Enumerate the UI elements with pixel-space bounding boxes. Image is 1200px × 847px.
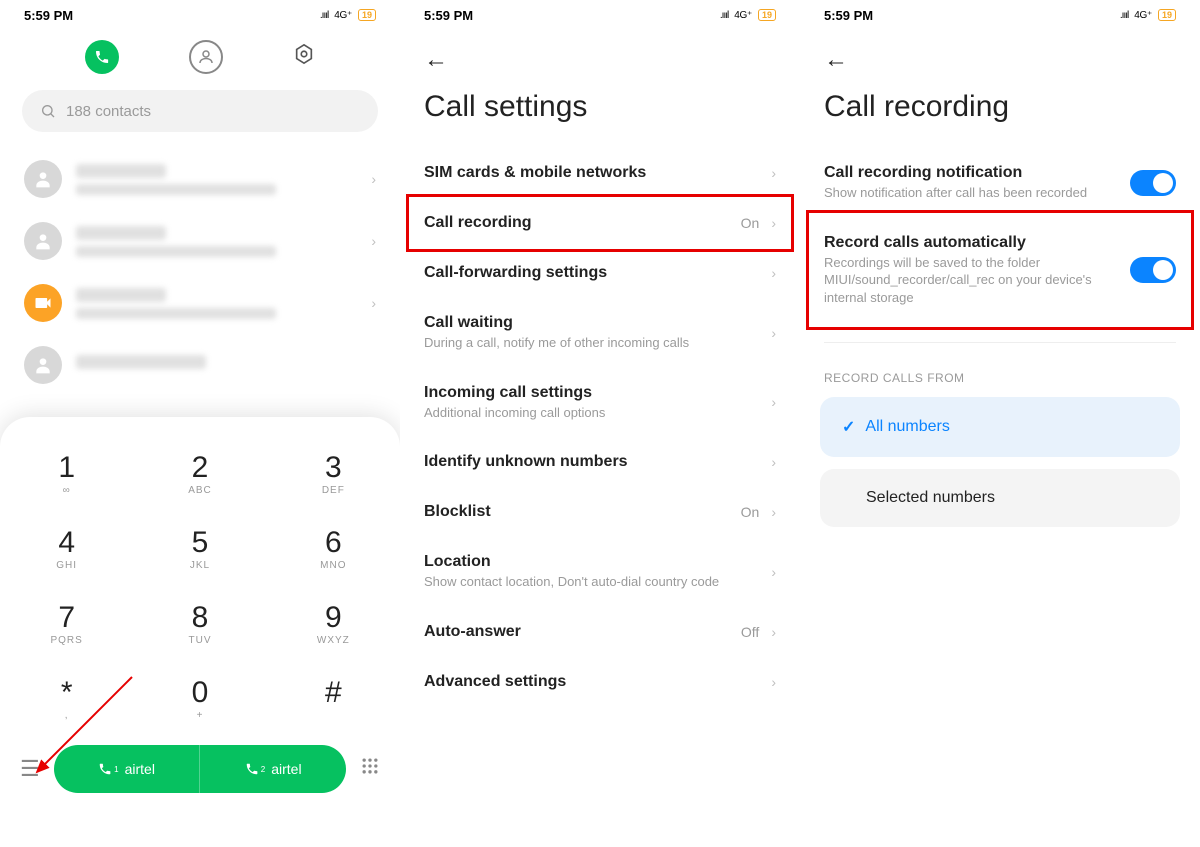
chevron-right-icon: › bbox=[771, 454, 776, 470]
chevron-right-icon: › bbox=[771, 674, 776, 690]
avatar bbox=[24, 284, 62, 322]
search-placeholder: 188 contacts bbox=[66, 103, 151, 120]
status-bar: 5:59 PM .ıııl 4G⁺ 19 bbox=[0, 0, 400, 30]
row-record-automatically[interactable]: Record calls automatically Recordings wi… bbox=[800, 218, 1200, 323]
keypad-key[interactable]: 3DEF bbox=[267, 435, 400, 510]
menu-icon[interactable]: ☰ bbox=[20, 756, 40, 782]
keypad-key[interactable]: *, bbox=[0, 660, 133, 735]
contact-list: › › › bbox=[0, 148, 400, 396]
keypad-key[interactable]: 4GHI bbox=[0, 510, 133, 585]
signal-icon: .ıııl bbox=[320, 10, 328, 21]
value-text: On bbox=[741, 215, 760, 231]
call-button-bar: 1 airtel 2 airtel bbox=[54, 745, 346, 793]
dial-keypad: 1∞2ABC3DEF 4GHI5JKL6MNO 7PQRS8TUV9WXYZ *,0+… bbox=[0, 417, 400, 847]
chevron-right-icon: › bbox=[771, 265, 776, 281]
settings-icon[interactable] bbox=[293, 43, 315, 71]
chevron-right-icon: › bbox=[771, 624, 776, 640]
back-button[interactable]: ← bbox=[424, 46, 448, 73]
row-location[interactable]: Location Show contact location, Don't au… bbox=[400, 537, 800, 607]
chevron-right-icon: › bbox=[771, 504, 776, 520]
keypad-key[interactable]: # bbox=[267, 660, 400, 735]
status-bar: 5:59 PM .ıııl 4G⁺ 19 bbox=[400, 0, 800, 30]
chevron-right-icon: › bbox=[771, 394, 776, 410]
toggle-switch[interactable] bbox=[1130, 257, 1176, 283]
row-identify-unknown[interactable]: Identify unknown numbers › bbox=[400, 437, 800, 487]
keypad-key[interactable]: 0+ bbox=[133, 660, 266, 735]
row-call-waiting[interactable]: Call waiting During a call, notify me of… bbox=[400, 298, 800, 368]
contact-row[interactable]: › bbox=[0, 148, 400, 210]
chevron-right-icon: › bbox=[771, 215, 776, 231]
keypad-key[interactable]: 1∞ bbox=[0, 435, 133, 510]
signal-icon: .ıııl bbox=[720, 10, 728, 21]
chevron-right-icon: › bbox=[771, 165, 776, 181]
chevron-right-icon: › bbox=[371, 233, 376, 249]
search-icon bbox=[40, 103, 56, 119]
keypad-key[interactable]: 6MNO bbox=[267, 510, 400, 585]
contact-row[interactable] bbox=[0, 334, 400, 396]
avatar bbox=[24, 160, 62, 198]
row-call-recording[interactable]: Call recording On › bbox=[400, 198, 800, 248]
clock: 5:59 PM bbox=[824, 8, 873, 23]
contact-row[interactable]: › bbox=[0, 210, 400, 272]
chevron-right-icon: › bbox=[771, 564, 776, 580]
clock: 5:59 PM bbox=[24, 8, 73, 23]
avatar bbox=[24, 222, 62, 260]
keypad-key[interactable]: 8TUV bbox=[133, 585, 266, 660]
row-auto-answer[interactable]: Auto-answer Off › bbox=[400, 607, 800, 657]
keypad-key[interactable]: 7PQRS bbox=[0, 585, 133, 660]
contact-row[interactable]: › bbox=[0, 272, 400, 334]
row-incoming-call[interactable]: Incoming call settings Additional incomi… bbox=[400, 368, 800, 438]
option-label: Selected numbers bbox=[866, 489, 995, 507]
tab-contacts[interactable] bbox=[189, 40, 223, 74]
signal-icon: .ıııl bbox=[1120, 10, 1128, 21]
keypad-key[interactable]: 5JKL bbox=[133, 510, 266, 585]
screen-call-recording: 5:59 PM .ıııl 4G⁺ 19 ← Call recording Ca… bbox=[800, 0, 1200, 847]
sim2-label: airtel bbox=[271, 761, 301, 777]
network-type: 4G⁺ bbox=[1134, 10, 1152, 21]
battery-icon: 19 bbox=[1158, 9, 1176, 21]
battery-icon: 19 bbox=[758, 9, 776, 21]
keypad-key[interactable]: 9WXYZ bbox=[267, 585, 400, 660]
status-bar: 5:59 PM .ıııl 4G⁺ 19 bbox=[800, 0, 1200, 30]
network-type: 4G⁺ bbox=[334, 10, 352, 21]
page-title: Call recording bbox=[800, 82, 1200, 148]
row-blocklist[interactable]: Blocklist On › bbox=[400, 487, 800, 537]
call-sim2-button[interactable]: 2 airtel bbox=[200, 745, 346, 793]
top-tabs bbox=[0, 30, 400, 90]
value-text: On bbox=[741, 504, 760, 520]
toggle-switch[interactable] bbox=[1130, 170, 1176, 196]
option-selected-numbers[interactable]: Selected numbers bbox=[820, 469, 1180, 527]
chevron-right-icon: › bbox=[371, 171, 376, 187]
search-box[interactable]: 188 contacts bbox=[22, 90, 378, 132]
clock: 5:59 PM bbox=[424, 8, 473, 23]
battery-icon: 19 bbox=[358, 9, 376, 21]
row-advanced[interactable]: Advanced settings › bbox=[400, 657, 800, 707]
back-button[interactable]: ← bbox=[824, 46, 848, 73]
chevron-right-icon: › bbox=[771, 325, 776, 341]
option-all-numbers[interactable]: ✓ All numbers bbox=[820, 397, 1180, 457]
dialpad-toggle-icon[interactable] bbox=[360, 756, 380, 782]
call-sim1-button[interactable]: 1 airtel bbox=[54, 745, 201, 793]
screen-call-settings: 5:59 PM .ıııl 4G⁺ 19 ← Call settings SIM… bbox=[400, 0, 800, 847]
row-recording-notification[interactable]: Call recording notification Show notific… bbox=[800, 148, 1200, 218]
page-title: Call settings bbox=[400, 82, 800, 148]
chevron-right-icon: › bbox=[371, 295, 376, 311]
row-sim-cards[interactable]: SIM cards & mobile networks › bbox=[400, 148, 800, 198]
section-label: RECORD CALLS FROM bbox=[800, 343, 1200, 397]
avatar bbox=[24, 346, 62, 384]
tab-calls[interactable] bbox=[85, 40, 119, 74]
screen-dialer: 5:59 PM .ıııl 4G⁺ 19 188 contacts › bbox=[0, 0, 400, 847]
network-type: 4G⁺ bbox=[734, 10, 752, 21]
option-label: All numbers bbox=[865, 418, 949, 436]
sim1-label: airtel bbox=[125, 761, 155, 777]
value-text: Off bbox=[741, 624, 759, 640]
check-icon: ✓ bbox=[842, 417, 855, 437]
row-call-forwarding[interactable]: Call-forwarding settings › bbox=[400, 248, 800, 298]
keypad-key[interactable]: 2ABC bbox=[133, 435, 266, 510]
